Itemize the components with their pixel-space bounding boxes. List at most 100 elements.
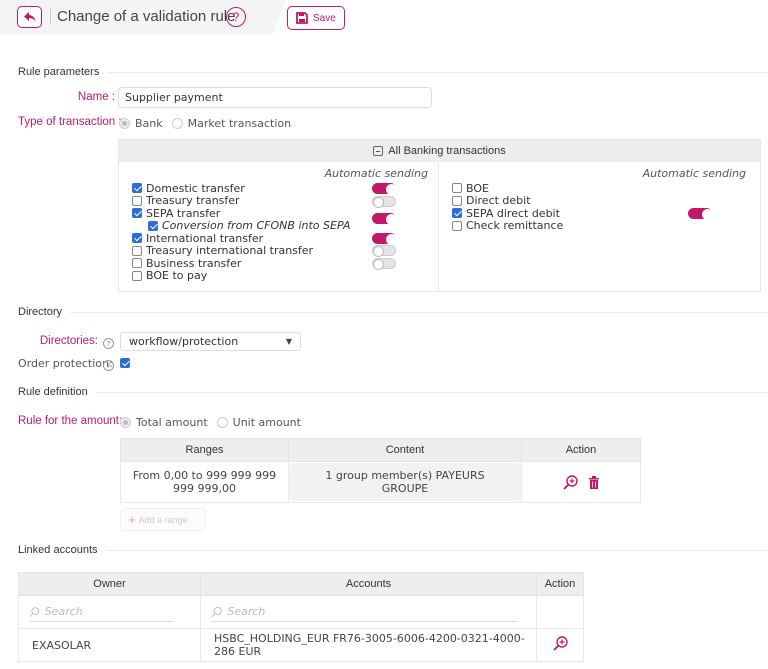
banking-left-column: Automatic sending Domestic transfer Trea… bbox=[119, 162, 439, 291]
checkbox[interactable] bbox=[452, 208, 462, 219]
tx-treasury-transfer[interactable]: Treasury transfer bbox=[132, 194, 240, 208]
auto-send-toggle-international[interactable] bbox=[372, 233, 397, 245]
owner-search[interactable] bbox=[29, 602, 174, 622]
tx-label: SEPA transfer bbox=[146, 206, 221, 220]
checkbox[interactable] bbox=[132, 208, 142, 219]
save-label: Save bbox=[313, 12, 336, 24]
directories-select[interactable]: workflow/protection ▼ bbox=[120, 332, 301, 351]
zoom-in-icon[interactable] bbox=[552, 636, 568, 651]
checkbox[interactable] bbox=[452, 220, 462, 231]
transaction-type-radios: Bank Market transaction bbox=[119, 117, 291, 130]
banking-right-column: Automatic sending BOE Direct debit SEPA … bbox=[439, 162, 760, 291]
radio-unit-amount[interactable] bbox=[216, 417, 228, 428]
directories-label: Directories: bbox=[39, 335, 98, 347]
tx-label: Check remittance bbox=[466, 219, 564, 233]
order-protection-help-icon[interactable]: ? bbox=[103, 360, 114, 371]
search-icon bbox=[211, 606, 222, 617]
filter-row bbox=[18, 595, 584, 629]
checkbox[interactable] bbox=[452, 195, 462, 206]
automatic-sending-header: Automatic sending bbox=[642, 167, 746, 180]
tx-label: Domestic transfer bbox=[146, 181, 245, 195]
tx-label: Treasury international transfer bbox=[146, 244, 314, 258]
banking-header-label: All Banking transactions bbox=[388, 145, 506, 157]
tx-treasury-international-transfer[interactable]: Treasury international transfer bbox=[132, 244, 314, 258]
auto-send-toggle-domestic[interactable] bbox=[372, 183, 397, 195]
order-protection-checkbox[interactable] bbox=[120, 358, 130, 368]
add-range-button[interactable]: + Add a range bbox=[120, 508, 206, 531]
auto-send-toggle-sepa[interactable] bbox=[372, 213, 397, 225]
tx-label: International transfer bbox=[146, 231, 264, 245]
checkbox[interactable] bbox=[132, 195, 142, 206]
checkbox[interactable] bbox=[132, 233, 142, 244]
range-cell: From 0,00 to 999 999 999 999 999,00 bbox=[120, 461, 289, 503]
action-cell bbox=[521, 461, 641, 503]
tx-label: SEPA direct debit bbox=[466, 206, 560, 220]
radio-market-label: Market transaction bbox=[187, 117, 292, 130]
section-rule-definition: Rule definition bbox=[18, 385, 768, 399]
linked-accounts-table: Owner Accounts Action EXASOLAR HSBC bbox=[18, 572, 584, 662]
owner-search-input[interactable] bbox=[44, 605, 174, 618]
type-of-transaction-label: Type of transaction : bbox=[18, 116, 122, 128]
radio-market-transaction[interactable] bbox=[171, 118, 183, 129]
content-pill[interactable]: 1 group member(s) PAYEURS GROUPE bbox=[289, 463, 521, 501]
page-title: Change of a validation rule bbox=[57, 8, 236, 25]
accounts-search[interactable] bbox=[211, 602, 518, 622]
trash-icon[interactable] bbox=[589, 475, 599, 489]
save-button[interactable]: Save bbox=[287, 6, 345, 30]
tx-international-transfer[interactable]: International transfer bbox=[132, 232, 263, 245]
tx-sepa-direct-debit[interactable]: SEPA direct debit bbox=[452, 207, 560, 220]
auto-send-toggle-treasury[interactable] bbox=[372, 196, 396, 208]
accounts-filter-cell bbox=[200, 595, 537, 629]
tx-label: Treasury transfer bbox=[146, 194, 240, 208]
owner-cell: EXASOLAR bbox=[18, 628, 201, 662]
auto-send-toggle-treasury-international[interactable] bbox=[372, 245, 396, 257]
tx-domestic-transfer[interactable]: Domestic transfer bbox=[132, 182, 245, 195]
checkbox[interactable] bbox=[148, 220, 158, 231]
section-title: Directory bbox=[18, 306, 63, 318]
amount-type-radios: Total amount Unit amount bbox=[120, 416, 301, 429]
header-accounts: Accounts bbox=[200, 572, 537, 596]
auto-send-toggle-business[interactable] bbox=[372, 258, 396, 270]
header-owner: Owner bbox=[18, 572, 201, 596]
header-ranges: Ranges bbox=[120, 438, 289, 462]
tx-conversion-cfonb-sepa[interactable]: Conversion from CFONB into SEPA bbox=[148, 219, 351, 233]
radio-total-amount[interactable] bbox=[120, 417, 131, 428]
accounts-search-input[interactable] bbox=[227, 605, 518, 618]
checkbox[interactable] bbox=[452, 183, 462, 194]
radio-bank[interactable] bbox=[119, 118, 130, 129]
action-filter-cell bbox=[536, 595, 584, 629]
name-input[interactable] bbox=[118, 87, 432, 108]
banking-transactions-panel: All Banking transactions Automatic sendi… bbox=[118, 139, 761, 292]
all-banking-transactions-toggle[interactable]: All Banking transactions bbox=[119, 140, 760, 162]
tx-sepa-transfer[interactable]: SEPA transfer bbox=[132, 207, 220, 220]
checkbox[interactable] bbox=[132, 183, 142, 194]
section-title: Rule parameters bbox=[18, 66, 100, 78]
checkbox[interactable] bbox=[132, 258, 142, 269]
zoom-in-icon[interactable] bbox=[563, 474, 578, 490]
tx-business-transfer[interactable]: Business transfer bbox=[132, 257, 241, 270]
checkbox[interactable] bbox=[132, 245, 142, 256]
radio-bank-label: Bank bbox=[135, 117, 163, 130]
tx-boe-to-pay[interactable]: BOE to pay bbox=[132, 269, 208, 283]
section-linked-accounts: Linked accounts bbox=[18, 543, 768, 557]
tx-check-remittance[interactable]: Check remittance bbox=[452, 219, 564, 233]
order-protection-label: Order protection: bbox=[18, 357, 113, 370]
directories-help-icon[interactable]: ? bbox=[103, 338, 114, 349]
checkbox[interactable] bbox=[132, 270, 142, 281]
header-action: Action bbox=[536, 572, 584, 596]
radio-total-label: Total amount bbox=[136, 416, 208, 429]
owner-filter-cell bbox=[18, 595, 201, 629]
floppy-disk-icon bbox=[296, 12, 308, 24]
help-icon[interactable]: ? bbox=[226, 7, 246, 27]
auto-send-toggle-sepa-direct-debit[interactable] bbox=[688, 208, 713, 220]
tx-direct-debit[interactable]: Direct debit bbox=[452, 194, 531, 207]
dropdown-arrow-icon: ▼ bbox=[285, 337, 292, 346]
back-button[interactable] bbox=[17, 6, 42, 28]
tx-boe[interactable]: BOE bbox=[452, 182, 489, 195]
table-row: EXASOLAR HSBC_HOLDING_EUR FR76-3005-6006… bbox=[18, 628, 584, 662]
back-arrow-icon bbox=[23, 12, 35, 22]
tx-label: BOE to pay bbox=[146, 269, 208, 283]
add-range-label: Add a range bbox=[138, 514, 188, 525]
section-title: Linked accounts bbox=[18, 544, 98, 556]
tx-label: Conversion from CFONB into SEPA bbox=[162, 219, 351, 233]
